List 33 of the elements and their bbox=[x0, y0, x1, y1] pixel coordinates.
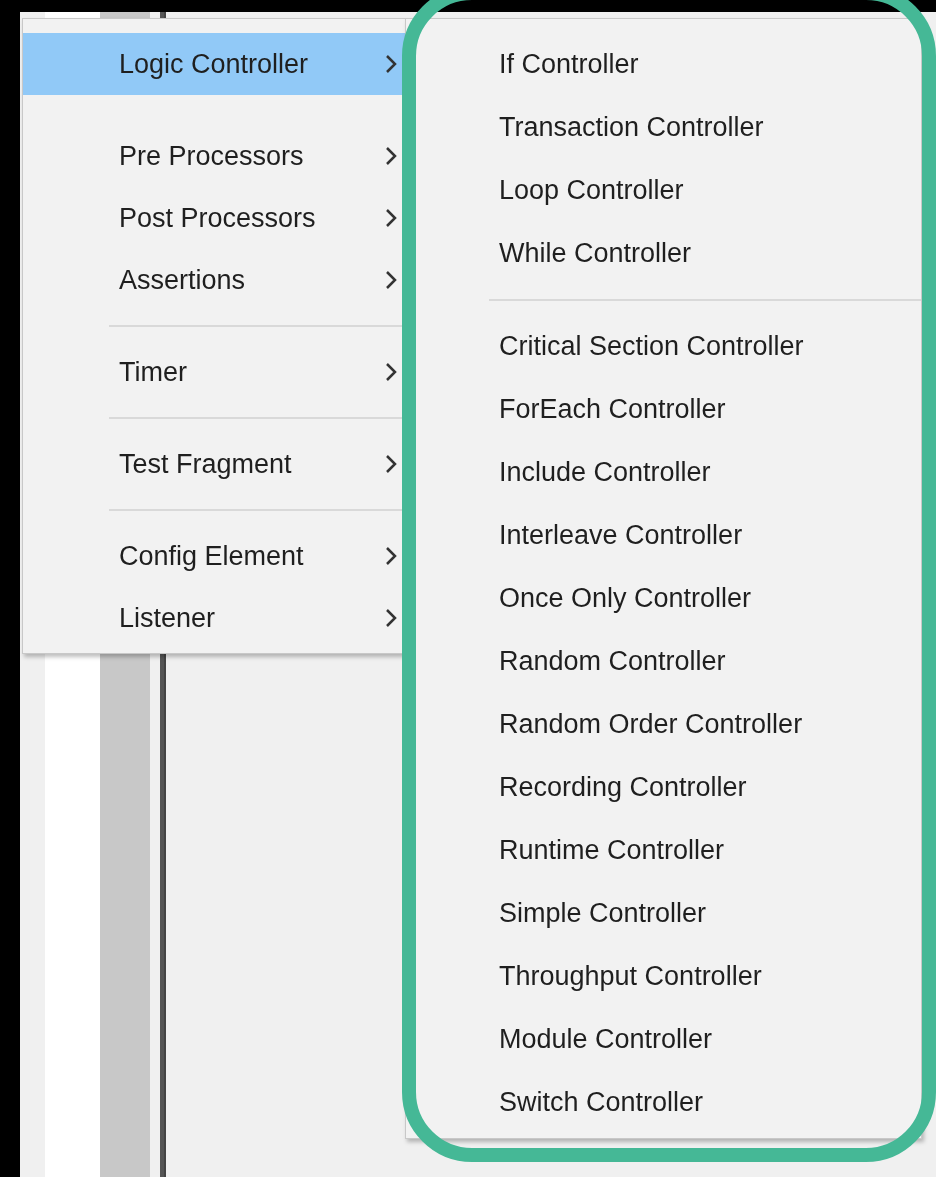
menu-item[interactable]: Once Only Controller bbox=[466, 567, 760, 630]
menu-item[interactable]: ForEach Controller bbox=[466, 378, 734, 441]
chevron-right-icon bbox=[385, 208, 397, 228]
menu-item[interactable]: While Controller bbox=[466, 222, 700, 285]
menu-item[interactable]: Transaction Controller bbox=[466, 96, 772, 159]
menu-item[interactable]: Switch Controller bbox=[466, 1071, 712, 1134]
chevron-right-icon bbox=[385, 54, 397, 74]
menu-item[interactable]: Include Controller bbox=[466, 441, 719, 504]
menu-item[interactable]: Critical Section Controller bbox=[466, 315, 812, 378]
menu-item[interactable]: Interleave Controller bbox=[466, 504, 751, 567]
menu-item[interactable]: Throughput Controller bbox=[466, 945, 770, 1008]
menu-item[interactable]: Random Controller bbox=[466, 630, 734, 693]
menu-item[interactable]: Runtime Controller bbox=[466, 819, 733, 882]
menu-item[interactable]: Pre Processors bbox=[23, 125, 405, 187]
menu-item[interactable]: Random Order Controller bbox=[466, 693, 811, 756]
chevron-right-icon bbox=[385, 546, 397, 566]
chevron-right-icon bbox=[385, 362, 397, 382]
chevron-right-icon bbox=[385, 454, 397, 474]
chevron-right-icon bbox=[385, 270, 397, 290]
chevron-right-icon bbox=[385, 608, 397, 628]
menu-item[interactable]: Timer bbox=[23, 341, 405, 403]
menu-item[interactable]: Recording Controller bbox=[466, 756, 755, 819]
menu-item[interactable]: If Controller bbox=[466, 33, 647, 96]
menu-item[interactable]: Config Element bbox=[23, 525, 405, 587]
menu-item[interactable]: Assertions bbox=[23, 249, 405, 311]
menu-item[interactable]: Simple Controller bbox=[466, 882, 715, 945]
menu-item[interactable]: Logic Controller bbox=[23, 33, 405, 95]
chevron-right-icon bbox=[385, 146, 397, 166]
menu-item[interactable]: Module Controller bbox=[466, 1008, 721, 1071]
menu-item[interactable]: Test Fragment bbox=[23, 433, 405, 495]
menu-item[interactable]: Listener bbox=[23, 587, 405, 649]
menu-item[interactable]: Loop Controller bbox=[466, 159, 692, 222]
menu-item[interactable]: Post Processors bbox=[23, 187, 405, 249]
